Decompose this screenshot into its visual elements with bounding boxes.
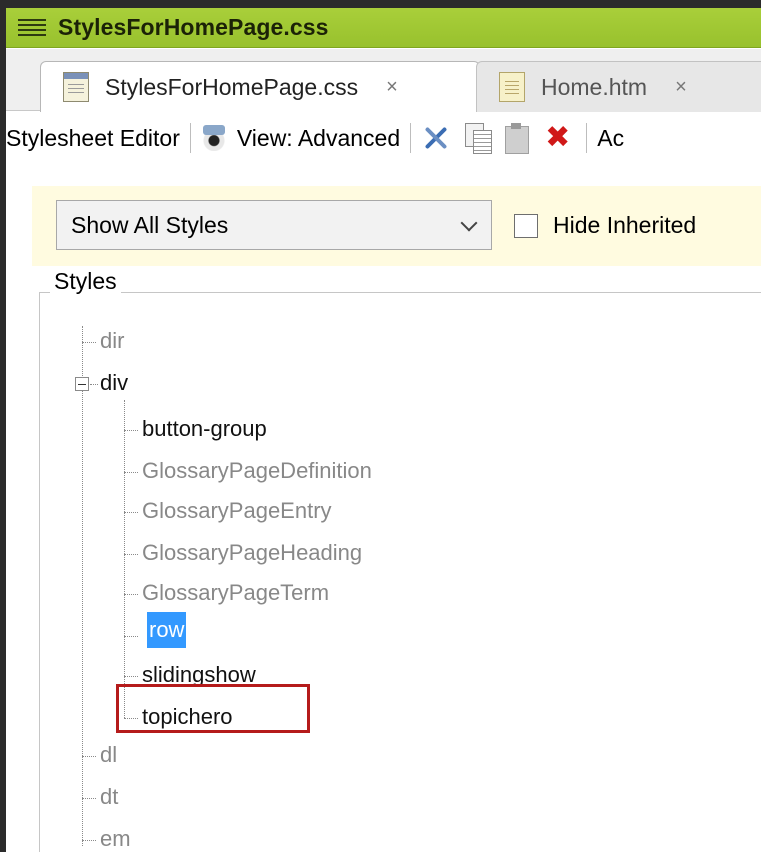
tree-node-glossary-page-definition[interactable]: GlossaryPageDefinition xyxy=(142,456,372,486)
tree-connector xyxy=(90,384,98,385)
tree-node-glossary-page-term[interactable]: GlossaryPageTerm xyxy=(142,578,329,608)
tree-connector xyxy=(124,676,138,677)
tree-node-dt[interactable]: dt xyxy=(100,782,118,812)
tree-connector xyxy=(82,756,96,757)
tree-connector xyxy=(124,400,125,718)
tree-node-row[interactable]: row xyxy=(147,612,187,648)
tree-node-glossary-page-entry[interactable]: GlossaryPageEntry xyxy=(142,496,332,526)
tree-connector xyxy=(124,554,138,555)
tree-connector xyxy=(82,326,83,846)
collapse-icon[interactable] xyxy=(75,377,89,391)
tree-node-button-group[interactable]: button-group xyxy=(142,414,267,444)
tree-connector xyxy=(82,342,96,343)
tree-connector xyxy=(124,636,138,637)
highlight-annotation-box xyxy=(116,684,310,733)
tree-node-dir[interactable]: dir xyxy=(100,326,124,356)
tree-connector xyxy=(82,798,96,799)
tree-connector xyxy=(124,472,138,473)
app-window: StylesForHomePage.css StylesForHomePage.… xyxy=(6,8,761,852)
tree-connector xyxy=(82,840,96,841)
tree-connector xyxy=(124,430,138,431)
tree-connector xyxy=(124,594,138,595)
tree-node-em[interactable]: em xyxy=(100,824,131,852)
tree-connector xyxy=(124,512,138,513)
tree-node-glossary-page-heading[interactable]: GlossaryPageHeading xyxy=(142,538,362,568)
tree-node-dl[interactable]: dl xyxy=(100,740,117,770)
tree-node-div[interactable]: div xyxy=(100,368,128,398)
